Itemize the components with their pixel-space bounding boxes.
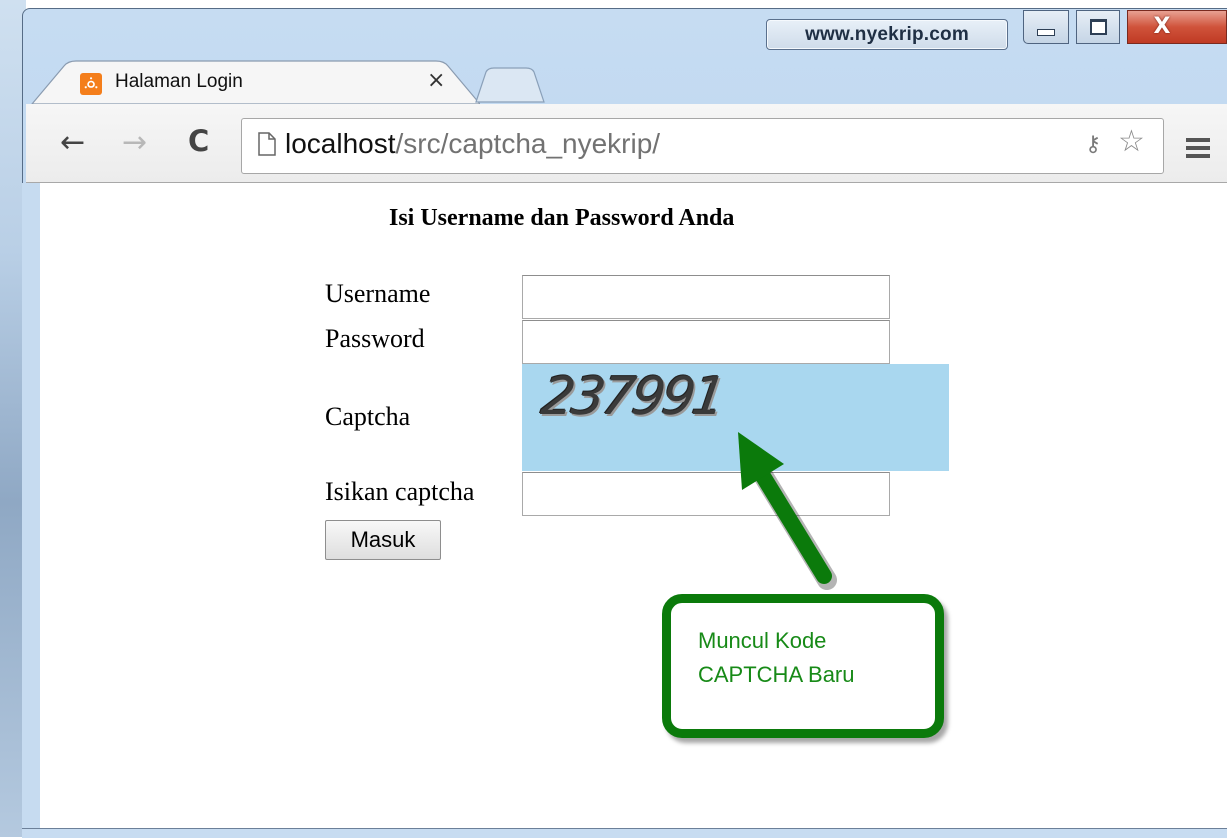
- watermark-badge: www.nyekrip.com: [766, 19, 1008, 50]
- xampp-favicon-icon: ꗝ: [80, 73, 102, 95]
- browser-window: www.nyekrip.com X ꗝ Halaman Login × ← → …: [0, 0, 1227, 838]
- password-input[interactable]: [522, 320, 890, 364]
- form-heading: Isi Username dan Password Anda: [389, 205, 735, 231]
- submit-button[interactable]: Masuk: [325, 520, 441, 560]
- captcha-label: Captcha: [325, 402, 411, 431]
- new-tab-button[interactable]: [472, 66, 552, 106]
- annotation-text: Muncul Kode CAPTCHA Baru: [698, 628, 855, 687]
- tab-title: Halaman Login: [115, 71, 243, 92]
- url-path: /src/captcha_nyekrip/: [395, 128, 661, 159]
- url-host: localhost: [285, 128, 396, 159]
- close-icon: X: [1153, 14, 1171, 39]
- username-input[interactable]: [522, 275, 890, 319]
- bookmark-star-icon[interactable]: ☆: [1118, 127, 1145, 157]
- password-label: Password: [325, 324, 425, 353]
- active-tab[interactable]: [0, 0, 480, 110]
- reload-icon[interactable]: C: [188, 127, 209, 156]
- minimize-icon: [1037, 28, 1055, 36]
- back-arrow-icon[interactable]: ←: [60, 128, 85, 158]
- minimize-button[interactable]: [1023, 10, 1069, 44]
- url-text[interactable]: localhost/src/captcha_nyekrip/: [285, 128, 660, 160]
- close-window-button[interactable]: X: [1127, 10, 1227, 44]
- forward-arrow-icon[interactable]: →: [122, 128, 147, 158]
- maximize-icon: [1089, 19, 1107, 35]
- captcha-code: 237991: [537, 367, 727, 427]
- window-left-border: [22, 183, 41, 829]
- tab-close-icon[interactable]: ×: [427, 68, 445, 93]
- key-icon[interactable]: ⚷: [1085, 132, 1101, 157]
- maximize-button[interactable]: [1076, 10, 1120, 44]
- annotation-arrow-icon: [738, 432, 837, 590]
- captcha-input-label: Isikan captcha: [325, 477, 475, 506]
- page-icon: [258, 132, 276, 156]
- hamburger-menu-icon[interactable]: [1186, 138, 1210, 162]
- username-label: Username: [325, 279, 431, 308]
